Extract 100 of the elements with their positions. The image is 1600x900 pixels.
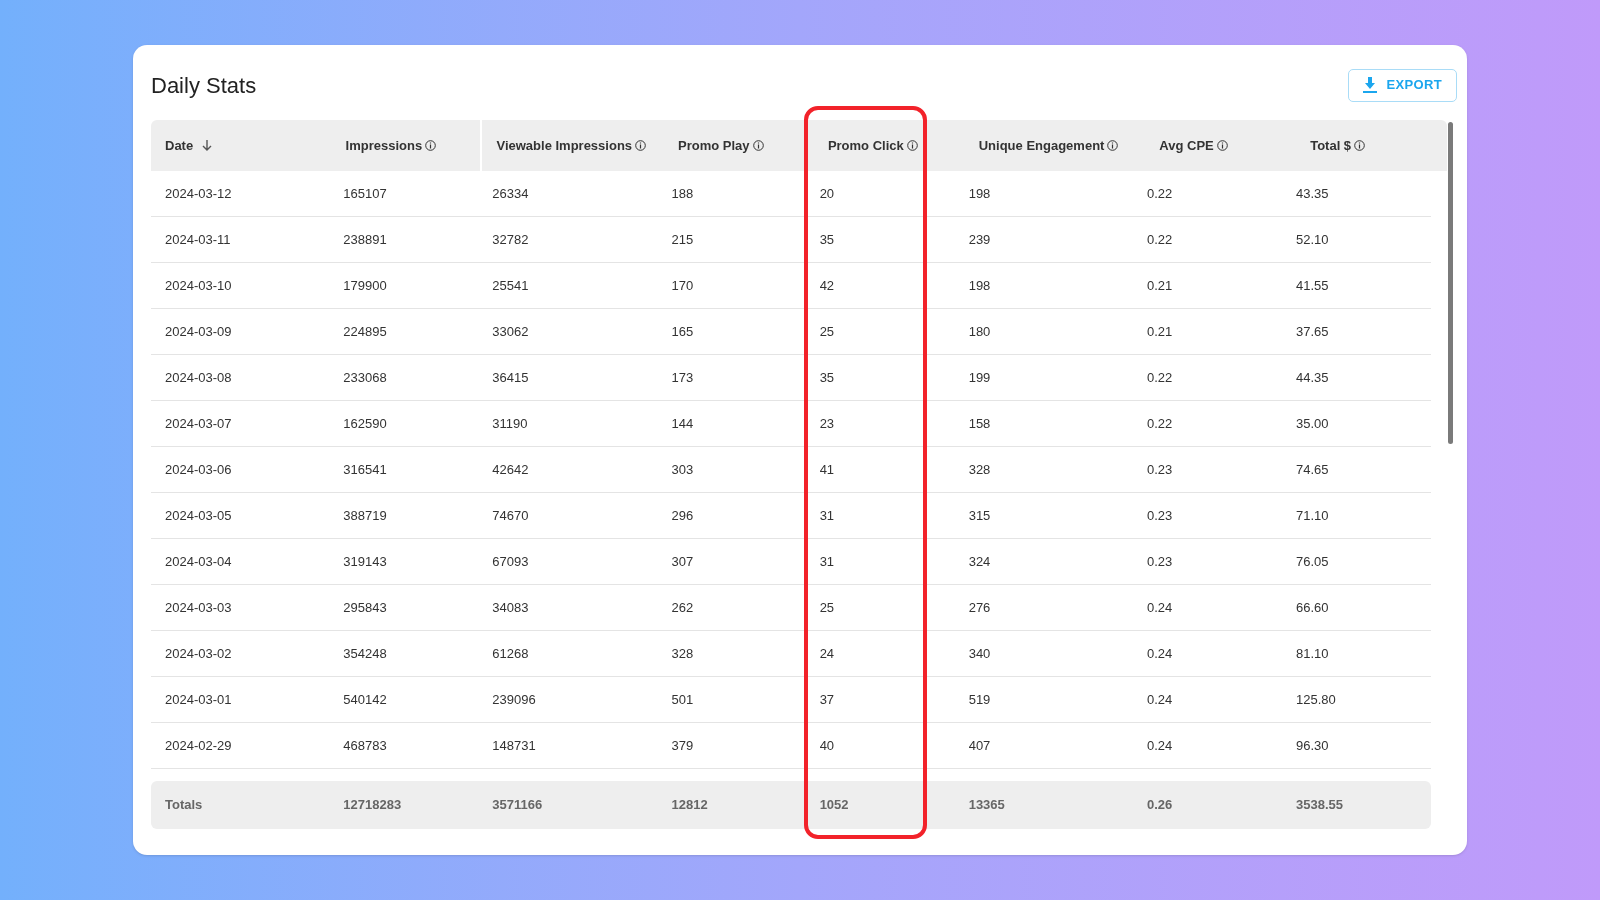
table-cell-text: 340	[968, 644, 991, 663]
table-cell-text: 37.65	[1295, 322, 1329, 341]
total-value: 3538.55	[1295, 796, 1343, 815]
table-cell-text: 66.60	[1295, 598, 1329, 617]
table-cell-text: 307	[671, 552, 694, 571]
table-cell-text: 25	[819, 598, 835, 617]
total-value: 0.26	[1146, 796, 1173, 815]
table-cell-text: 42642	[492, 460, 529, 479]
table-cell-text: 262	[671, 598, 694, 617]
table-cell-text: 0.23	[1146, 552, 1173, 571]
table-cell-text: 198	[968, 184, 991, 203]
table-cell-text: 2024-03-07	[165, 414, 232, 433]
info-icon	[752, 140, 764, 151]
table-cell-text: 239096	[492, 690, 536, 709]
table-cell-text: 74.65	[1295, 460, 1329, 479]
table-cell-text: 34083	[492, 598, 529, 617]
info-icon	[635, 140, 647, 151]
table-cell-text: 81.10	[1295, 644, 1329, 663]
table-cell-text: 0.24	[1146, 644, 1173, 663]
table-cell-text: 295843	[343, 598, 387, 617]
table-cell-text: 2024-03-06	[165, 460, 232, 479]
table-cell-text: 199	[968, 368, 991, 387]
column-header[interactable]: Total $	[1296, 120, 1448, 171]
table-cell-text: 179900	[343, 276, 387, 295]
table-cell-text: 296	[671, 506, 694, 525]
scrollbar-thumb[interactable]	[1448, 122, 1453, 444]
table-cell-text: 519	[968, 690, 991, 709]
table-cell-text: 319143	[343, 552, 387, 571]
total-value: 12812	[671, 796, 708, 815]
table-cell-text: 0.22	[1146, 184, 1173, 203]
table-cell-text: 2024-03-05	[165, 506, 232, 525]
table-cell-text: 468783	[343, 736, 387, 755]
table-cell-text: 24	[819, 644, 835, 663]
column-header[interactable]: Date	[151, 120, 332, 171]
table-cell-text: 31	[819, 552, 835, 571]
info-icon	[425, 140, 437, 151]
table-cell-text: 0.21	[1146, 276, 1173, 295]
table-cell-text: 0.23	[1146, 506, 1173, 525]
table-cell-text: 2024-03-03	[165, 598, 232, 617]
table-cell-text: 2024-03-12	[165, 184, 232, 203]
table-cell-text: 239	[968, 230, 991, 249]
table-cell-text: 2024-03-01	[165, 690, 232, 709]
table-cell-text: 2024-03-11	[165, 230, 231, 249]
table-cell-text: 35.00	[1295, 414, 1329, 433]
table-cell-text: 125.80	[1295, 690, 1336, 709]
totals-label: Totals	[165, 796, 203, 815]
table-cell-text: 2024-03-09	[165, 322, 232, 341]
table-cell-text: 144	[671, 414, 694, 433]
table-cell-text: 36415	[492, 368, 529, 387]
table-cell-text: 0.23	[1146, 460, 1173, 479]
column-header[interactable]: Avg CPE	[1145, 120, 1297, 171]
table-cell-text: 74670	[492, 506, 529, 525]
table-cell-text: 0.22	[1146, 230, 1173, 249]
table-cell-text: 71.10	[1295, 506, 1329, 525]
download-icon	[1362, 77, 1377, 93]
table-cell-text: 354248	[343, 644, 387, 663]
table-cell-text: 316541	[343, 460, 387, 479]
table-cell-text: 32782	[492, 230, 529, 249]
total-value: 13365	[968, 796, 1005, 815]
info-icon	[1107, 140, 1119, 151]
table-cell-text: 198	[968, 276, 991, 295]
total-value: 1052	[819, 796, 849, 815]
table-cell-text: 233068	[343, 368, 387, 387]
table-cell-text: 238891	[343, 230, 387, 249]
info-icon	[1354, 140, 1366, 151]
table-cell-text: 165	[671, 322, 694, 341]
table-cell-text: 324	[968, 552, 991, 571]
column-header[interactable]: Viewable Impressions	[482, 120, 664, 171]
table-cell-text: 148731	[492, 736, 536, 755]
table-cell-text: 52.10	[1295, 230, 1329, 249]
info-icon	[1216, 140, 1228, 151]
table-cell-text: 35	[819, 230, 835, 249]
table-cell-text: 67093	[492, 552, 529, 571]
table-cell-text: 215	[671, 230, 694, 249]
table-cell-text: 180	[968, 322, 991, 341]
table-cell-text: 0.22	[1146, 368, 1173, 387]
table-cell-text: 41.55	[1295, 276, 1329, 295]
total-value: 12718283	[343, 796, 402, 815]
table-cell-text: 23	[819, 414, 835, 433]
sort-arrow-icon	[202, 139, 213, 152]
table-cell-text: 20	[819, 184, 835, 203]
column-header[interactable]: Impressions	[331, 120, 483, 171]
column-header[interactable]: Promo Click	[813, 120, 965, 171]
table-cell-text: 379	[671, 736, 694, 755]
table-cell-text: 173	[671, 368, 694, 387]
table-cell-text: 2024-03-02	[165, 644, 232, 663]
table-cell-text: 2024-02-29	[165, 736, 232, 755]
table-cell-text: 540142	[343, 690, 387, 709]
table-cell-text: 96.30	[1295, 736, 1329, 755]
table-cell-text: 44.35	[1295, 368, 1329, 387]
table-cell-text: 76.05	[1295, 552, 1329, 571]
table-cell-text: 25541	[492, 276, 529, 295]
table-cell-text: 37	[819, 690, 835, 709]
table-cell-text: 31190	[492, 414, 528, 433]
table-cell-text: 0.22	[1146, 414, 1173, 433]
table-cell-text: 162590	[343, 414, 387, 433]
column-header[interactable]: Unique Engagement	[964, 120, 1146, 171]
table-cell-text: 303	[671, 460, 694, 479]
table-cell-text: 26334	[492, 184, 529, 203]
column-header[interactable]: Promo Play	[664, 120, 814, 171]
